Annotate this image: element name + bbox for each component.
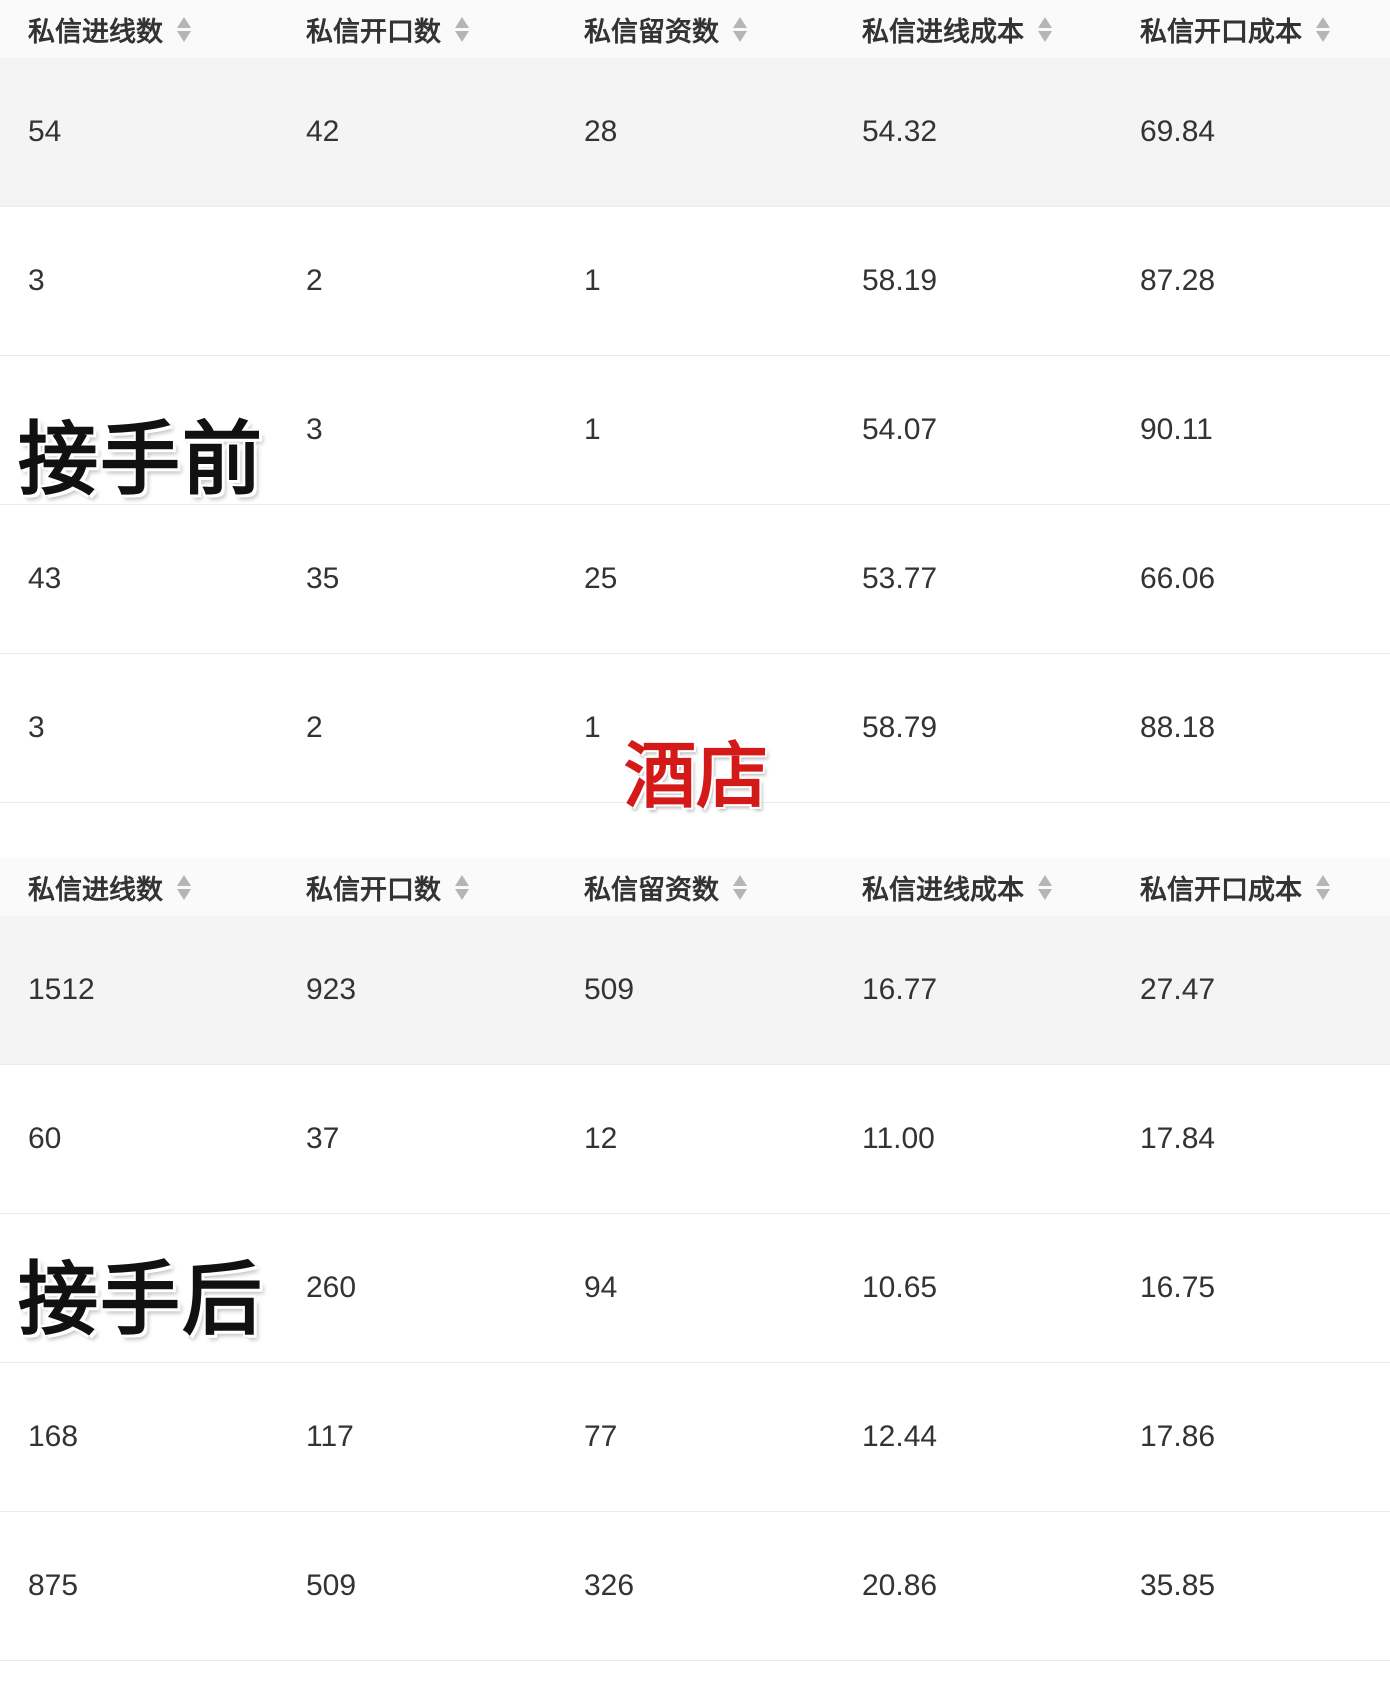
column-header-open-count[interactable]: 私信开口数: [278, 868, 556, 907]
cell-lead-count: 1: [584, 264, 601, 297]
cell-inbound-count: 60: [28, 1122, 62, 1155]
cell-open-count: 2: [306, 264, 323, 297]
cell-open-count: 3: [306, 413, 323, 446]
column-header-label: 私信留资数: [584, 874, 719, 906]
table-before: 私信进线数 私信开口数 私信留资数 私信进线成本 私信开口成本 54 42 28…: [0, 0, 1390, 803]
cell-open-count: 260: [306, 1271, 357, 1304]
table-row[interactable]: 168 117 77 12.44 17.86: [0, 1363, 1390, 1512]
table-row[interactable]: 1512 923 509 16.77 27.47: [0, 916, 1390, 1065]
cell-lead-count: 1: [584, 413, 601, 446]
column-header-open-cost[interactable]: 私信开口成本: [1112, 10, 1390, 49]
column-header-inbound-cost[interactable]: 私信进线成本: [834, 10, 1112, 49]
cell-inbound-cost: 11.00: [862, 1122, 935, 1155]
cell-open-count: 2: [306, 711, 323, 744]
cell-lead-count: 94: [584, 1271, 618, 1304]
cell-lead-count: 77: [584, 1420, 618, 1453]
sort-icon[interactable]: [1038, 874, 1052, 900]
column-header-label: 私信进线数: [28, 16, 163, 48]
cell-inbound-cost: 54.32: [862, 115, 938, 148]
cell-inbound-count: 1512: [28, 973, 95, 1006]
cell-lead-count: 28: [584, 115, 618, 148]
cell-open-cost: 35.85: [1140, 1569, 1216, 1602]
cell-open-count: 42: [306, 115, 340, 148]
column-header-label: 私信开口数: [306, 874, 441, 906]
column-header-label: 私信留资数: [584, 16, 719, 48]
cell-open-count: 117: [306, 1420, 354, 1453]
cell-open-cost: 69.84: [1140, 115, 1216, 148]
cell-inbound-count: 43: [28, 562, 62, 595]
sort-icon[interactable]: [733, 874, 747, 900]
table-header: 私信进线数 私信开口数 私信留资数 私信进线成本 私信开口成本: [0, 0, 1390, 58]
cell-open-cost: 16.75: [1140, 1271, 1216, 1304]
cell-inbound-count: 54: [28, 115, 62, 148]
sort-icon[interactable]: [733, 16, 747, 42]
cell-open-cost: 90.11: [1140, 413, 1213, 446]
column-header-label: 私信开口成本: [1140, 16, 1302, 48]
cell-inbound-cost: 20.86: [862, 1569, 938, 1602]
column-header-label: 私信进线成本: [862, 874, 1024, 906]
cell-inbound-count: 3: [28, 264, 45, 297]
sort-icon[interactable]: [1316, 874, 1330, 900]
sort-icon[interactable]: [1038, 16, 1052, 42]
cell-lead-count: 326: [584, 1569, 635, 1602]
cell-inbound-cost: 12.44: [862, 1420, 938, 1453]
cell-open-cost: 17.86: [1140, 1420, 1216, 1453]
table-row[interactable]: 43 35 25 53.77 66.06: [0, 505, 1390, 654]
column-header-open-cost[interactable]: 私信开口成本: [1112, 868, 1390, 907]
table-header: 私信进线数 私信开口数 私信留资数 私信进线成本 私信开口成本: [0, 858, 1390, 916]
before-takeover-caption: 接手前: [18, 413, 264, 506]
column-header-open-count[interactable]: 私信开口数: [278, 10, 556, 49]
cell-open-count: 35: [306, 562, 340, 595]
cell-inbound-cost: 58.79: [862, 711, 938, 744]
after-takeover-caption: 接手后: [18, 1253, 264, 1346]
table-row[interactable]: 60 37 12 11.00 17.84: [0, 1065, 1390, 1214]
cell-open-cost: 66.06: [1140, 562, 1216, 595]
column-header-label: 私信进线数: [28, 874, 163, 906]
sort-icon[interactable]: [177, 874, 191, 900]
cell-lead-count: 12: [584, 1122, 618, 1155]
cell-lead-count: 509: [584, 973, 635, 1006]
cell-open-cost: 27.47: [1140, 973, 1216, 1006]
column-header-lead-count[interactable]: 私信留资数: [556, 868, 834, 907]
cell-inbound-cost: 58.19: [862, 264, 938, 297]
column-header-inbound-count[interactable]: 私信进线数: [0, 10, 278, 49]
cell-open-count: 37: [306, 1122, 340, 1155]
cell-inbound-cost: 16.77: [862, 973, 938, 1006]
sort-icon[interactable]: [1316, 16, 1330, 42]
column-header-lead-count[interactable]: 私信留资数: [556, 10, 834, 49]
sort-icon[interactable]: [455, 16, 469, 42]
cell-inbound-cost: 53.77: [862, 562, 938, 595]
cell-open-count: 509: [306, 1569, 357, 1602]
column-header-inbound-cost[interactable]: 私信进线成本: [834, 868, 1112, 907]
cell-open-cost: 87.28: [1140, 264, 1216, 297]
column-header-label: 私信开口数: [306, 16, 441, 48]
cell-open-count: 923: [306, 973, 357, 1006]
column-header-label: 私信开口成本: [1140, 874, 1302, 906]
hotel-caption: 酒店: [624, 734, 769, 818]
cell-inbound-cost: 10.65: [862, 1271, 938, 1304]
cell-open-cost: 17.84: [1140, 1122, 1216, 1155]
cell-inbound-cost: 54.07: [862, 413, 938, 446]
cell-lead-count: 25: [584, 562, 618, 595]
table-row[interactable]: 3 2 1 58.19 87.28: [0, 207, 1390, 356]
cell-inbound-count: 3: [28, 711, 45, 744]
cell-inbound-count: 875: [28, 1569, 79, 1602]
cell-open-cost: 88.18: [1140, 711, 1216, 744]
table-row[interactable]: 875 509 326 20.86 35.85: [0, 1512, 1390, 1661]
cell-inbound-count: 168: [28, 1420, 79, 1453]
column-header-label: 私信进线成本: [862, 16, 1024, 48]
sort-icon[interactable]: [177, 16, 191, 42]
sort-icon[interactable]: [455, 874, 469, 900]
column-header-inbound-count[interactable]: 私信进线数: [0, 868, 278, 907]
table-row[interactable]: 54 42 28 54.32 69.84: [0, 58, 1390, 207]
